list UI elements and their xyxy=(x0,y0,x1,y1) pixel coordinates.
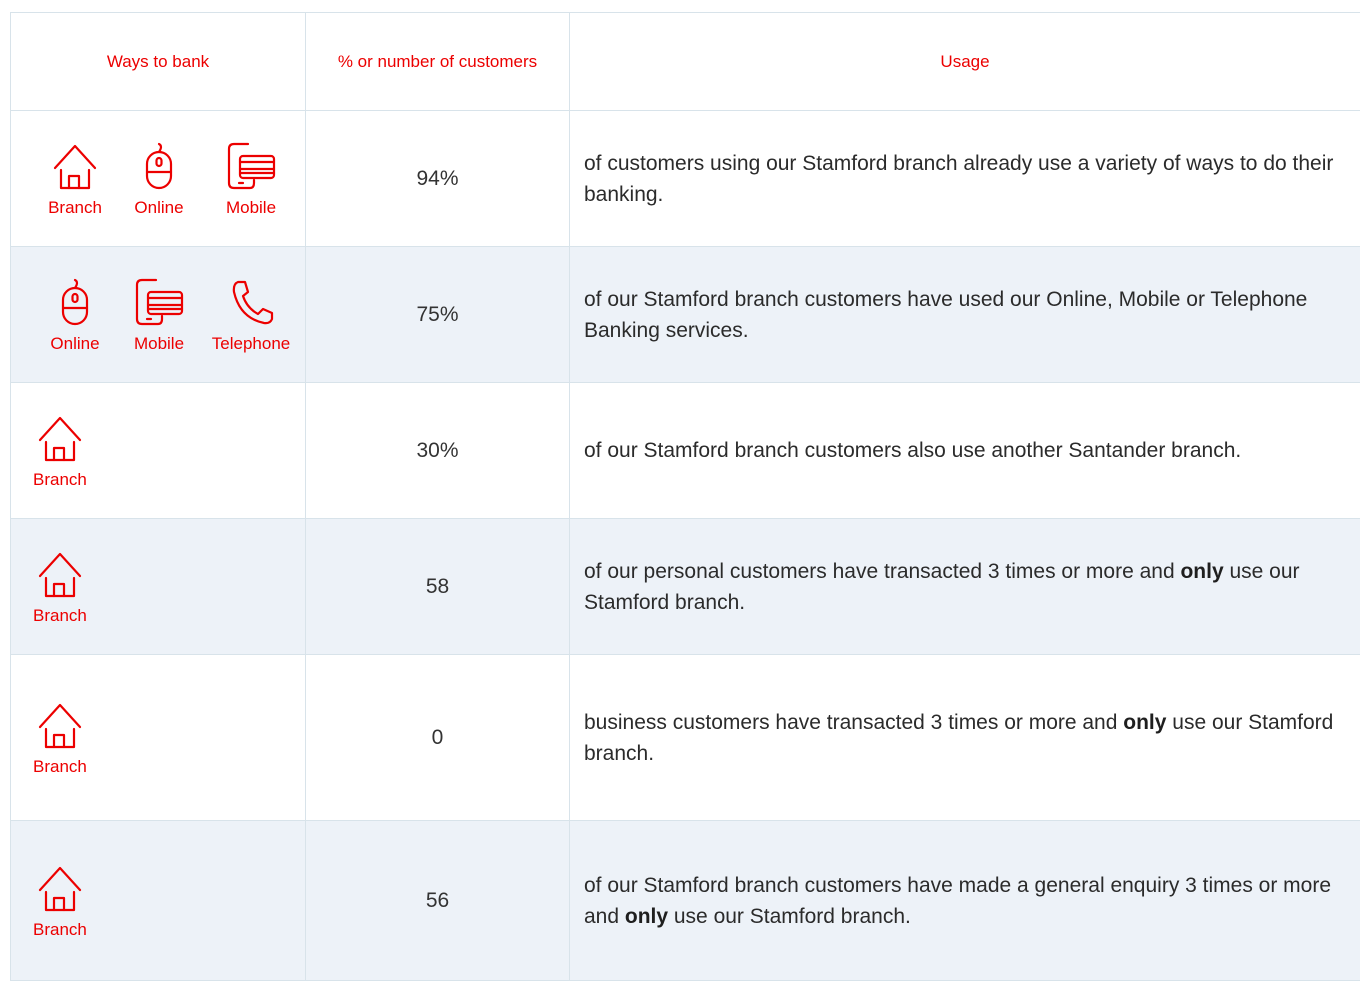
usage-description: of our Stamford branch customers have us… xyxy=(570,247,1360,383)
branch-icon xyxy=(35,699,85,751)
ways-to-bank-cell: Branch xyxy=(11,383,306,519)
mobile-card-icon xyxy=(222,140,280,192)
channel-branch: Branch xyxy=(33,862,87,940)
channel-online: Online xyxy=(117,140,201,218)
telephone-icon xyxy=(226,276,276,328)
usage-description: of our personal customers have transacte… xyxy=(570,519,1360,655)
usage-description: business customers have transacted 3 tim… xyxy=(570,655,1360,821)
ways-to-bank-table-wrapper: Ways to bank % or number of customers Us… xyxy=(10,12,1360,981)
ways-to-bank-table: Ways to bank % or number of customers Us… xyxy=(10,12,1360,981)
header-ways-to-bank: Ways to bank xyxy=(11,13,306,111)
channel-branch: Branch xyxy=(33,699,87,777)
channel-icons: Branch xyxy=(33,548,93,626)
table-row: Branch Online Mobile 94% of customers using … xyxy=(11,111,1360,247)
usage-emphasis: only xyxy=(1180,560,1223,583)
table-row: Branch 56of our Stamford branch customers… xyxy=(11,821,1360,981)
mobile-card-icon xyxy=(130,276,188,328)
usage-text-end: use our Stamford branch. xyxy=(668,905,911,928)
ways-to-bank-cell: Branch xyxy=(11,821,306,981)
ways-to-bank-cell: Branch xyxy=(11,655,306,821)
header-percent-customers: % or number of customers xyxy=(306,13,570,111)
customer-value: 75% xyxy=(306,247,570,383)
branch-icon xyxy=(35,412,85,464)
usage-text: of customers using our Stamford branch a… xyxy=(584,152,1333,206)
channel-branch: Branch xyxy=(33,412,87,490)
customer-value: 0 xyxy=(306,655,570,821)
channel-label: Branch xyxy=(48,198,102,218)
branch-icon xyxy=(35,548,85,600)
customer-value: 56 xyxy=(306,821,570,981)
channel-mobile: Mobile xyxy=(117,276,201,354)
channel-mobile: Mobile xyxy=(201,140,301,218)
usage-description: of our Stamford branch customers have ma… xyxy=(570,821,1360,981)
table-header-row: Ways to bank % or number of customers Us… xyxy=(11,13,1360,111)
channel-branch: Branch xyxy=(33,548,87,626)
table-body: Branch Online Mobile 94% of customers using … xyxy=(11,111,1360,981)
channel-icons: Branch xyxy=(33,412,93,490)
usage-text: of our Stamford branch customers also us… xyxy=(584,439,1241,462)
channel-label: Branch xyxy=(33,920,87,940)
channel-icons: Branch xyxy=(33,862,93,940)
usage-text: of our personal customers have transacte… xyxy=(584,560,1180,583)
channel-label: Branch xyxy=(33,606,87,626)
table-row: Branch 30% of our Stamford branch customer… xyxy=(11,383,1360,519)
customer-value: 58 xyxy=(306,519,570,655)
online-mouse-icon xyxy=(142,140,176,192)
channel-telephone: Telephone xyxy=(201,276,301,354)
ways-to-bank-cell: Branch xyxy=(11,519,306,655)
header-usage: Usage xyxy=(570,13,1360,111)
usage-text: business customers have transacted 3 tim… xyxy=(584,711,1123,734)
channel-label: Online xyxy=(50,334,99,354)
table-row: Online Mobile Telephone 75% of our Stamford … xyxy=(11,247,1360,383)
channel-online: Online xyxy=(33,276,117,354)
channel-branch: Branch xyxy=(33,140,117,218)
branch-icon xyxy=(50,140,100,192)
channel-label: Online xyxy=(134,198,183,218)
branch-icon xyxy=(35,862,85,914)
table-row: Branch 58 of our personal customers have t… xyxy=(11,519,1360,655)
channel-icons: Branch Online Mobile xyxy=(33,140,305,218)
channel-icons: Branch xyxy=(33,699,93,777)
channel-label: Mobile xyxy=(226,198,276,218)
ways-to-bank-cell: Branch Online Mobile xyxy=(11,111,306,247)
usage-emphasis: only xyxy=(625,905,668,928)
channel-icons: Online Mobile Telephone xyxy=(33,276,305,354)
table-row: Branch 0 business customers have transacte… xyxy=(11,655,1360,821)
usage-description: of customers using our Stamford branch a… xyxy=(570,111,1360,247)
channel-label: Branch xyxy=(33,470,87,490)
customer-value: 94% xyxy=(306,111,570,247)
usage-description: of our Stamford branch customers also us… xyxy=(570,383,1360,519)
channel-label: Mobile xyxy=(134,334,184,354)
online-mouse-icon xyxy=(58,276,92,328)
usage-emphasis: only xyxy=(1123,711,1166,734)
customer-value: 30% xyxy=(306,383,570,519)
channel-label: Branch xyxy=(33,757,87,777)
channel-label: Telephone xyxy=(212,334,290,354)
usage-text: of our Stamford branch customers have us… xyxy=(584,288,1307,342)
ways-to-bank-cell: Online Mobile Telephone xyxy=(11,247,306,383)
